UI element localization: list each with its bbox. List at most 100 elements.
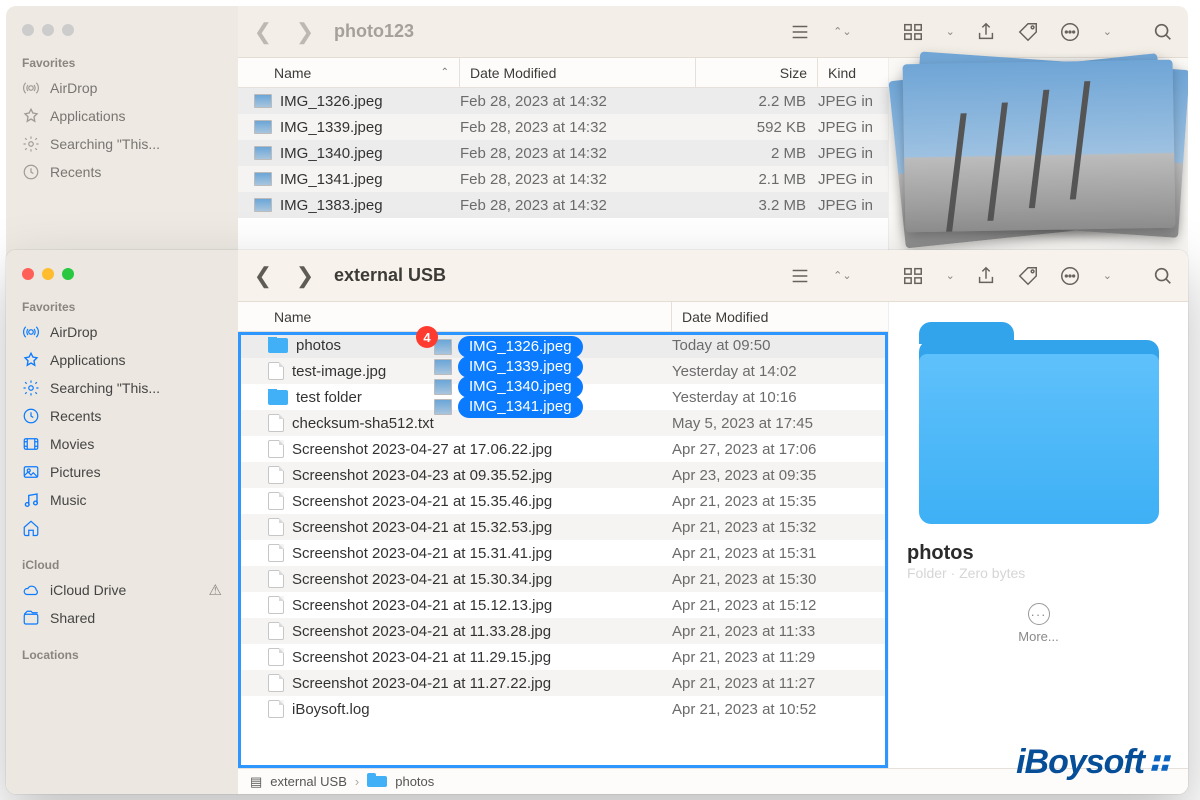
table-row[interactable]: Screenshot 2023-04-21 at 15.30.34.jpgApr… [238,566,888,592]
sidebar-item[interactable] [6,514,238,542]
back-button[interactable]: ❮ [252,21,274,43]
minimize-button[interactable] [42,268,54,280]
sidebar-item[interactable]: Movies [6,430,238,458]
table-row[interactable]: Screenshot 2023-04-21 at 11.33.28.jpg Apr… [238,618,888,644]
zoom-button[interactable] [62,268,74,280]
chevron-updown-icon[interactable]: ⌃⌄ [833,269,851,282]
sidebar-item-label: Searching "This... [50,380,160,396]
folder-icon [367,776,387,787]
window-controls[interactable] [6,14,238,50]
table-row[interactable]: Screenshot 2023-04-27 at 17.06.22.jpgApr… [238,436,888,462]
file-date: Apr 21, 2023 at 10:52 [672,701,888,718]
chevron-updown-icon[interactable]: ⌃⌄ [833,25,851,38]
watermark-logo: iBoysoft⠶ [1016,742,1170,782]
file-kind: JPEG in [818,171,888,188]
sidebar-item[interactable]: Applications [6,102,238,130]
drag-ghost-label: IMG_1339.jpeg [458,356,583,378]
folder-icon [268,338,288,353]
sidebar-item[interactable]: Recents [6,402,238,430]
file-date: Apr 21, 2023 at 11:29 [672,649,888,666]
thumbnail-icon [254,94,272,108]
table-row[interactable]: Screenshot 2023-04-21 at 15.12.13.jpgApr… [238,592,888,618]
path-root[interactable]: external USB [270,774,347,789]
file-date: Apr 21, 2023 at 15:31 [672,545,888,562]
preview-folder-icon [919,340,1159,520]
sidebar-item-label: Recents [50,164,101,180]
table-row[interactable]: iBoysoft.logApr 21, 2023 at 10:52 [238,696,888,722]
file-date: Apr 21, 2023 at 11:33 [672,623,888,640]
table-row[interactable]: Screenshot 2023-04-21 at 15.35.46.jpgApr… [238,488,888,514]
sidebar-item[interactable]: Music [6,486,238,514]
view-list-icon[interactable] [789,21,811,43]
tag-icon[interactable] [1017,21,1039,43]
file-name: test folder [296,389,362,406]
path-child[interactable]: photos [395,774,434,789]
preview-more[interactable]: ··· More... [1018,603,1058,644]
file-name: Screenshot 2023-04-21 at 11.33.28.jpg [292,623,551,640]
share-icon[interactable] [975,265,997,287]
search-icon[interactable] [1152,265,1174,287]
file-name: photos [296,337,341,354]
view-list-icon[interactable] [789,265,811,287]
sidebar-item[interactable]: Recents [6,158,238,186]
sidebar-section-favorites: Favorites [6,294,238,318]
sidebar-item[interactable]: Shared [6,604,238,632]
sidebar-item[interactable]: Applications [6,346,238,374]
group-icon[interactable] [902,21,924,43]
action-icon[interactable] [1059,21,1081,43]
back-button[interactable]: ❮ [252,265,274,287]
sidebar-item[interactable]: AirDrop [6,318,238,346]
minimize-button[interactable] [42,24,54,36]
zoom-button[interactable] [62,24,74,36]
window-controls[interactable] [6,258,238,294]
table-row[interactable]: Screenshot 2023-04-21 at 15.31.41.jpgApr… [238,540,888,566]
close-button[interactable] [22,24,34,36]
group-icon[interactable] [902,265,924,287]
share-icon[interactable] [975,21,997,43]
table-row[interactable]: IMG_1341.jpegFeb 28, 2023 at 14:322.1 MB… [238,166,888,192]
thumbnail-icon [254,198,272,212]
search-icon[interactable] [1152,21,1174,43]
forward-button[interactable]: ❯ [294,265,316,287]
sidebar-item-label: AirDrop [50,80,97,96]
table-row[interactable]: IMG_1383.jpegFeb 28, 2023 at 14:323.2 MB… [238,192,888,218]
column-headers[interactable]: Name⌃ Date Modified Size Kind [238,58,888,88]
action-icon[interactable] [1059,265,1081,287]
tag-icon[interactable] [1017,265,1039,287]
table-row[interactable]: Screenshot 2023-04-21 at 15.32.53.jpgApr… [238,514,888,540]
forward-button[interactable]: ❯ [294,21,316,43]
shared-icon [22,609,40,627]
pictures-icon [22,463,40,481]
sidebar-item[interactable]: Pictures [6,458,238,486]
sidebar-item[interactable]: Searching "This... [6,374,238,402]
file-icon [268,648,284,666]
sidebar: Favorites AirDropApplications Searching "… [6,250,238,794]
table-row[interactable]: Screenshot 2023-04-21 at 11.29.15.jpgApr… [238,644,888,670]
sidebar-item[interactable]: Searching "This... [6,130,238,158]
file-date: Feb 28, 2023 at 14:32 [460,197,696,214]
table-row[interactable]: IMG_1326.jpegFeb 28, 2023 at 14:322.2 MB… [238,88,888,114]
sidebar-item[interactable]: AirDrop [6,74,238,102]
col-kind-label: Kind [828,65,856,81]
path-separator-icon: › [355,774,359,789]
file-date: May 5, 2023 at 17:45 [672,415,888,432]
table-row[interactable]: Screenshot 2023-04-23 at 09.35.52.jpgApr… [238,462,888,488]
toolbar: ❮ ❯ external USB ⌃⌄ ⌄ ⌄ [238,250,1188,302]
table-row[interactable]: Screenshot 2023-04-21 at 11.27.22.jpgApr… [238,670,888,696]
apps-icon [22,351,40,369]
sidebar-item[interactable]: iCloud Drive⚠︎ [6,576,238,604]
close-button[interactable] [22,268,34,280]
table-row[interactable]: IMG_1340.jpegFeb 28, 2023 at 14:322 MBJP… [238,140,888,166]
file-name: IMG_1383.jpeg [280,197,383,214]
finder-window-external-usb: Favorites AirDropApplications Searching "… [6,250,1188,794]
sidebar-item-label: Music [50,492,87,508]
airdrop-icon [22,79,40,97]
sidebar-item-label: Movies [50,436,94,452]
drag-ghost-item: IMG_1326.jpeg [434,336,583,358]
drag-ghost-item: IMG_1340.jpeg [434,376,583,398]
file-date: Apr 21, 2023 at 11:27 [672,675,888,692]
column-headers[interactable]: Name Date Modified [238,302,888,332]
file-icon [268,596,284,614]
sidebar-item-label: Pictures [50,464,101,480]
table-row[interactable]: IMG_1339.jpegFeb 28, 2023 at 14:32592 KB… [238,114,888,140]
